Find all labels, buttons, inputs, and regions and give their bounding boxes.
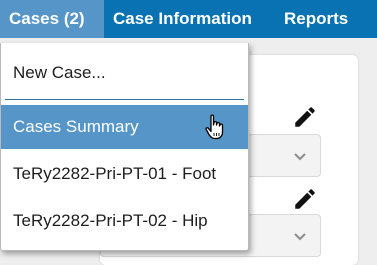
menu-divider (5, 99, 244, 100)
nav-reports[interactable]: Reports (284, 0, 348, 38)
menu-item-case[interactable]: TeRy2282-Pri-PT-01 - Foot (1, 152, 248, 196)
hand-pointer-icon (205, 114, 224, 140)
nav-cases-menu[interactable]: Cases (2) (0, 0, 104, 38)
pencil-icon[interactable] (292, 104, 318, 130)
nav-case-information[interactable]: Case Information (113, 0, 252, 38)
top-nav-bar: Cases (2) Case Information Reports (0, 0, 377, 38)
chevron-down-icon (294, 153, 306, 161)
menu-item-case[interactable]: TeRy2282-Pri-PT-02 - Hip (1, 199, 248, 243)
menu-item-new-case[interactable]: New Case... (1, 51, 248, 95)
pencil-icon[interactable] (292, 186, 318, 212)
cases-dropdown-menu: New Case... Cases Summary TeRy2282-Pri-P… (0, 43, 249, 251)
chevron-down-icon (294, 233, 306, 241)
